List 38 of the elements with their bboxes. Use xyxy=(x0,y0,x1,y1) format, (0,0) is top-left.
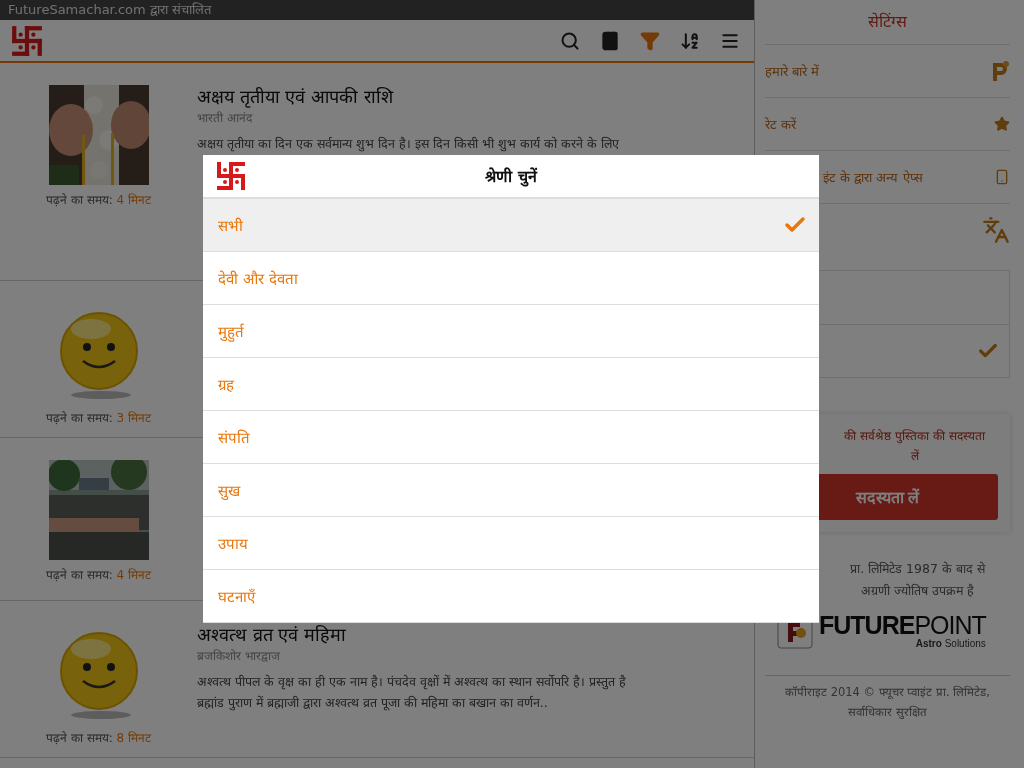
book-icon xyxy=(600,30,620,51)
reading-time: पढ़ने का समय: 3 मिनट xyxy=(46,410,151,426)
article-text: अश्वत्थ पीपल के वृक्ष का ही एक नाम है। पंचदेव वृक्षों में अश्वत्थ का स्थान सर्वोपरि है। प्रस्तुत है xyxy=(197,673,626,692)
reading-time: पढ़ने का समय: 4 मिनट xyxy=(46,567,151,583)
search-icon xyxy=(560,30,580,51)
translate-icon xyxy=(982,216,1010,244)
reading-time: पढ़ने का समय: 8 मिनट xyxy=(46,730,151,746)
promo-text: की सर्वश्रेष्ठ पुस्तिका की सदस्यता xyxy=(844,428,985,446)
category-option[interactable]: सभी xyxy=(203,199,819,252)
settings-item-label: हमारे बारे में xyxy=(765,63,820,80)
about-text: प्रा. लिमिटेड 1987 के बाद से xyxy=(850,560,985,578)
settings-title: सेटिंग्स xyxy=(867,11,908,33)
promo-text: लें xyxy=(910,448,919,465)
sort-az-icon xyxy=(680,30,700,51)
copyright-text: कॉपीराइट 2014 © फ्यूचर प्वाइंट प्रा. लिमिटेड, xyxy=(785,684,990,701)
brand-name: FUTUREPOINT xyxy=(819,612,986,638)
copyright-text: सर्वाधिकार सुरक्षित xyxy=(848,704,927,721)
dialog-title: श्रेणी चुनें xyxy=(484,166,539,187)
reading-time: पढ़ने का समय: 4 मिनट xyxy=(46,192,151,208)
settings-item-label: रेट करें xyxy=(765,116,797,133)
settings-item[interactable]: रेट करें xyxy=(765,97,1010,150)
article-author: ब्रजकिशोर भारद्वाज xyxy=(197,648,281,665)
article-text: ब्रह्मांड पुराण में ब्रह्माजी द्वारा अश्वत्थ व्रत पूजा की महिमा का बखान का वर्णन.. xyxy=(197,694,549,713)
funnel-icon xyxy=(640,30,660,51)
article-title[interactable]: अक्षय तृतीया एवं आपकी राशि xyxy=(197,85,619,109)
article-title[interactable]: अश्वत्थ व्रत एवं महिमा xyxy=(197,623,626,647)
phone-icon xyxy=(994,169,1010,185)
swastika-logo xyxy=(215,160,247,192)
settings-item-label: इंट के द्वारा अन्य ऐप्स xyxy=(822,169,923,186)
about-text: अग्रणी ज्योतिष उपक्रम है xyxy=(861,582,974,600)
article-text: अक्षय तृतीया का दिन एक सर्वमान्य शुभ दिन है। इस दिन किसी भी शुभ कार्य को करने के लिए xyxy=(197,135,619,154)
star-icon xyxy=(994,116,1010,132)
p-logo-icon xyxy=(990,60,1010,82)
settings-item[interactable]: हमारे बारे में xyxy=(765,44,1010,97)
brand-tagline: Astro Solutions xyxy=(915,638,986,649)
powered-by-text: FutureSamachar.com द्वारा संचालित xyxy=(0,0,754,20)
article-author: भारती आनंद xyxy=(197,110,254,127)
swastika-logo xyxy=(10,23,44,58)
